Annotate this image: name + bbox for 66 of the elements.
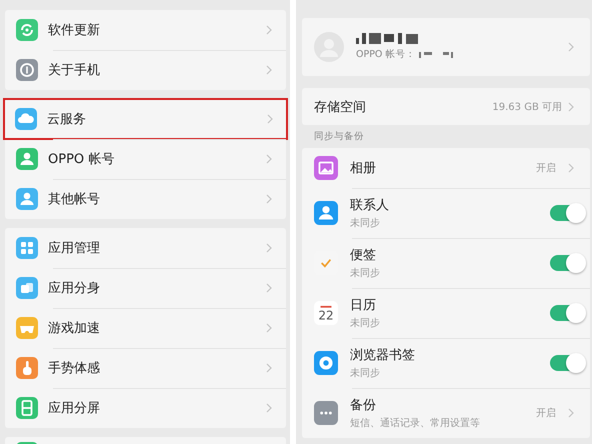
settings-label: 应用分身 <box>48 280 101 297</box>
sync-item-subtitle: 未同步 <box>350 316 381 330</box>
redacted-account <box>419 52 456 58</box>
sync-item-title: 联系人 <box>350 197 390 214</box>
storage-value: 19.63 GB 可用 <box>492 100 562 114</box>
status-text: 开启 <box>536 406 556 420</box>
more-icon <box>314 401 338 425</box>
settings-row[interactable]: 应用分身 <box>5 268 286 308</box>
hand-icon <box>16 357 38 379</box>
account-label: OPPO 帐号： <box>356 48 416 61</box>
settings-label: 云服务 <box>47 111 87 128</box>
chevron-icon <box>267 114 273 124</box>
settings-row[interactable]: 手势体感 <box>5 348 286 388</box>
compass-icon <box>314 351 338 375</box>
sync-item-subtitle: 未同步 <box>350 216 381 230</box>
settings-label: OPPO 帐号 <box>48 151 116 168</box>
settings-row[interactable]: OPPO 帐号 <box>5 139 286 179</box>
settings-label: 关于手机 <box>48 62 101 79</box>
chevron-icon <box>568 102 574 112</box>
settings-row[interactable]: 云服务 <box>4 99 287 139</box>
person-icon <box>314 201 338 225</box>
settings-label: 游戏加速 <box>48 320 101 337</box>
settings-row[interactable]: 应用管理 <box>5 228 286 268</box>
storage-row[interactable]: 存储空间 19.63 GB 可用 <box>302 88 590 125</box>
chevron-icon <box>266 243 272 253</box>
sync-item-title: 便签 <box>350 247 377 264</box>
settings-row[interactable]: 其他帐号 <box>5 179 286 219</box>
info-icon <box>16 59 38 81</box>
picture-frame-icon <box>314 156 338 180</box>
chevron-icon <box>266 194 272 204</box>
sync-item-title: 日历 <box>350 297 377 314</box>
status-text: 开启 <box>536 162 556 175</box>
section-title: 同步与备份 <box>313 130 365 144</box>
cloud-icon <box>15 108 37 130</box>
sync-item-subtitle: 未同步 <box>350 366 381 380</box>
settings-row[interactable]: 软件更新 <box>5 10 286 50</box>
settings-row[interactable]: 游戏加速 <box>5 308 286 348</box>
sync-item-subtitle: 短信、通话记录、常用设置等 <box>350 416 481 430</box>
chevron-icon <box>266 154 272 164</box>
person-icon <box>16 148 38 170</box>
sync-item-title: 相册 <box>350 160 377 177</box>
grid-icon <box>16 237 38 259</box>
sync-item-title: 浏览器书签 <box>350 347 416 364</box>
chevron-icon <box>266 65 272 75</box>
settings-label: 软件更新 <box>48 22 101 39</box>
settings-label: 手势体感 <box>48 360 101 377</box>
chevron-icon <box>568 163 574 173</box>
chevron-icon <box>266 25 272 35</box>
refresh-icon <box>16 19 38 41</box>
settings-row[interactable]: 关于手机 <box>5 50 286 90</box>
chevron-icon <box>266 323 272 333</box>
chevron-icon <box>568 42 574 52</box>
storage-label: 存储空间 <box>314 98 367 116</box>
person-icon <box>16 188 38 210</box>
sync-item-subtitle: 未同步 <box>350 266 381 280</box>
settings-label: 应用分屏 <box>48 400 101 417</box>
settings-row[interactable]: 应用分屏 <box>5 388 286 428</box>
calendar-icon: 22 <box>314 301 338 325</box>
chevron-icon <box>266 283 272 293</box>
chevron-icon <box>266 363 272 373</box>
sync-item-title: 备份 <box>350 397 377 414</box>
settings-label: 应用管理 <box>48 240 101 257</box>
settings-label: 其他帐号 <box>48 191 101 208</box>
phone-icon <box>16 397 38 419</box>
chevron-icon <box>568 408 574 418</box>
chevron-icon <box>266 403 272 413</box>
